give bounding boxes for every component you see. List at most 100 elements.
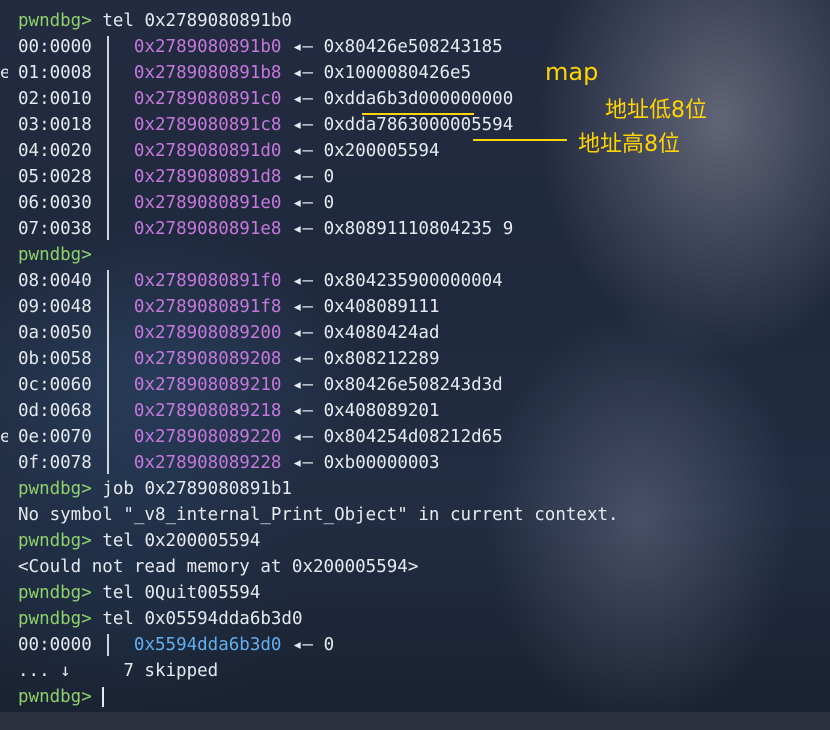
memory-address[interactable]: 0x2789080891c8 xyxy=(134,115,282,135)
memory-address[interactable]: 0x278908089228 xyxy=(134,453,282,473)
command-text: job 0x2789080891b1 xyxy=(102,479,292,499)
prompt: pwndbg> xyxy=(18,583,92,603)
table-row: 07:0038 0x2789080891e8 ◂— 0x808911108042… xyxy=(18,216,513,242)
memory-value: 0x408089201 xyxy=(323,401,440,421)
command-text: tel 0x200005594 xyxy=(102,531,261,551)
status-bar xyxy=(0,712,830,730)
offset-index: 04:0020 xyxy=(18,141,92,161)
clipped-text: e xyxy=(0,427,8,447)
offset-index: 01:0008 xyxy=(18,63,92,83)
table-row: 02:0010 0x2789080891c0 ◂— 0xdda6b3d00000… xyxy=(18,86,513,112)
prompt: pwndbg> xyxy=(18,609,92,629)
memory-value: 0x1000080426e5 xyxy=(323,63,472,83)
command-text: tel 0x2789080891b0 xyxy=(102,11,292,31)
memory-address[interactable]: 0x2789080891b8 xyxy=(134,63,282,83)
prompt: pwndbg> xyxy=(18,531,92,551)
offset-index: 03:0018 xyxy=(18,115,92,135)
memory-value: 0xdda6b3d000000000 xyxy=(323,89,514,109)
memory-address[interactable]: 0x278908089208 xyxy=(134,349,282,369)
table-row: 00:0000 0x5594dda6b3d0 ◂— 0 xyxy=(18,632,334,658)
pointer-arrow: ◂— xyxy=(291,453,314,473)
clipped-text: e xyxy=(0,63,8,83)
command-line: pwndbg> tel 0x2789080891b0 xyxy=(18,8,292,34)
underline-low8 xyxy=(362,113,474,115)
memory-address[interactable]: 0x2789080891d8 xyxy=(134,167,282,187)
skipped-notice: ... ↓ 7 skipped xyxy=(18,661,219,681)
command-text: tel 0Quit005594 xyxy=(102,583,261,603)
command-line: pwndbg> tel 0x05594dda6b3d0 xyxy=(18,606,303,632)
column-divider xyxy=(107,36,109,240)
table-row: 0a:0050 0x278908089200 ◂— 0x4080424ad xyxy=(18,320,440,346)
pointer-arrow: ◂— xyxy=(291,401,314,421)
memory-address[interactable]: 0x278908089220 xyxy=(134,427,282,447)
text-cursor xyxy=(102,687,105,707)
terminal-window[interactable]: pwndbg> tel 0x2789080891b0 00:0000 0x278… xyxy=(0,0,830,712)
memory-value: 0 xyxy=(323,167,335,187)
pointer-arrow: ◂— xyxy=(291,141,314,161)
pointer-arrow: ◂— xyxy=(291,167,314,187)
memory-value: 0x808212289 xyxy=(323,349,440,369)
prompt: pwndbg> xyxy=(18,687,92,707)
table-row: 08:0040 0x2789080891f0 ◂— 0x804235900000… xyxy=(18,268,503,294)
annotation-map: map xyxy=(545,58,599,86)
table-row: 00:0000 0x2789080891b0 ◂— 0x80426e508243… xyxy=(18,34,503,60)
pointer-arrow: ◂— xyxy=(291,635,314,655)
memory-address[interactable]: 0x2789080891b0 xyxy=(134,37,282,57)
offset-index: 00:0000 xyxy=(18,37,92,57)
offset-index: 06:0030 xyxy=(18,193,92,213)
memory-address[interactable]: 0x5594dda6b3d0 xyxy=(134,635,282,655)
prompt: pwndbg> xyxy=(18,245,92,265)
memory-value: 0x80426e508243d3d xyxy=(323,375,503,395)
column-divider xyxy=(107,634,109,656)
memory-address[interactable]: 0x278908089200 xyxy=(134,323,282,343)
table-row: 06:0030 0x2789080891e0 ◂— 0 xyxy=(18,190,334,216)
memory-value: 0x4080424ad xyxy=(323,323,440,343)
memory-address[interactable]: 0x278908089218 xyxy=(134,401,282,421)
pointer-arrow: ◂— xyxy=(291,323,314,343)
memory-value: 0x200005594 xyxy=(323,141,440,161)
pointer-arrow: ◂— xyxy=(291,297,314,317)
annotation-low8: 地址低8位 xyxy=(605,98,707,123)
table-row: 0d:0068 0x278908089218 ◂— 0x408089201 xyxy=(18,398,440,424)
memory-address[interactable]: 0x2789080891d0 xyxy=(134,141,282,161)
table-row: 0b:0058 0x278908089208 ◂— 0x808212289 xyxy=(18,346,440,372)
pointer-arrow: ◂— xyxy=(291,89,314,109)
pointer-arrow: ◂— xyxy=(291,219,314,239)
memory-value: 0x80891110804235 9 xyxy=(323,219,514,239)
prompt-line: pwndbg> xyxy=(18,242,92,268)
table-row: 0c:0060 0x278908089210 ◂— 0x80426e508243… xyxy=(18,372,503,398)
memory-address[interactable]: 0x2789080891e0 xyxy=(134,193,282,213)
memory-value: 0x804254d08212d65 xyxy=(323,427,503,447)
offset-index: 0c:0060 xyxy=(18,375,92,395)
table-row: 04:0020 0x2789080891d0 ◂— 0x200005594 xyxy=(18,138,440,164)
error-message: No symbol "_v8_internal_Print_Object" in… xyxy=(18,505,619,525)
offset-index: 0f:0078 xyxy=(18,453,92,473)
offset-index: 00:0000 xyxy=(18,635,92,655)
offset-index: 0b:0058 xyxy=(18,349,92,369)
offset-index: 07:0038 xyxy=(18,219,92,239)
input-line[interactable]: pwndbg> xyxy=(18,684,105,710)
pointer-arrow: ◂— xyxy=(291,115,314,135)
memory-value: 0x80426e508243185 xyxy=(323,37,503,57)
command-line: pwndbg> tel 0x200005594 xyxy=(18,528,260,554)
prompt: pwndbg> xyxy=(18,11,92,31)
pointer-arrow: ◂— xyxy=(291,375,314,395)
memory-address[interactable]: 0x2789080891e8 xyxy=(134,219,282,239)
offset-index: 05:0028 xyxy=(18,167,92,187)
memory-value: 0 xyxy=(323,193,335,213)
offset-index: 0d:0068 xyxy=(18,401,92,421)
offset-index: 02:0010 xyxy=(18,89,92,109)
memory-address[interactable]: 0x2789080891f8 xyxy=(134,297,282,317)
command-line: pwndbg> tel 0Quit005594 xyxy=(18,580,260,606)
memory-address[interactable]: 0x2789080891c0 xyxy=(134,89,282,109)
offset-index: 0a:0050 xyxy=(18,323,92,343)
memory-address[interactable]: 0x278908089210 xyxy=(134,375,282,395)
table-row: 09:0048 0x2789080891f8 ◂— 0x408089111 xyxy=(18,294,440,320)
error-message: <Could not read memory at 0x200005594> xyxy=(18,557,419,577)
table-row: 05:0028 0x2789080891d8 ◂— 0 xyxy=(18,164,334,190)
memory-value: 0 xyxy=(323,635,335,655)
memory-address[interactable]: 0x2789080891f0 xyxy=(134,271,282,291)
table-row: 03:0018 0x2789080891c8 ◂— 0xdda786300000… xyxy=(18,112,513,138)
pointer-arrow: ◂— xyxy=(291,193,314,213)
offset-index: 08:0040 xyxy=(18,271,92,291)
